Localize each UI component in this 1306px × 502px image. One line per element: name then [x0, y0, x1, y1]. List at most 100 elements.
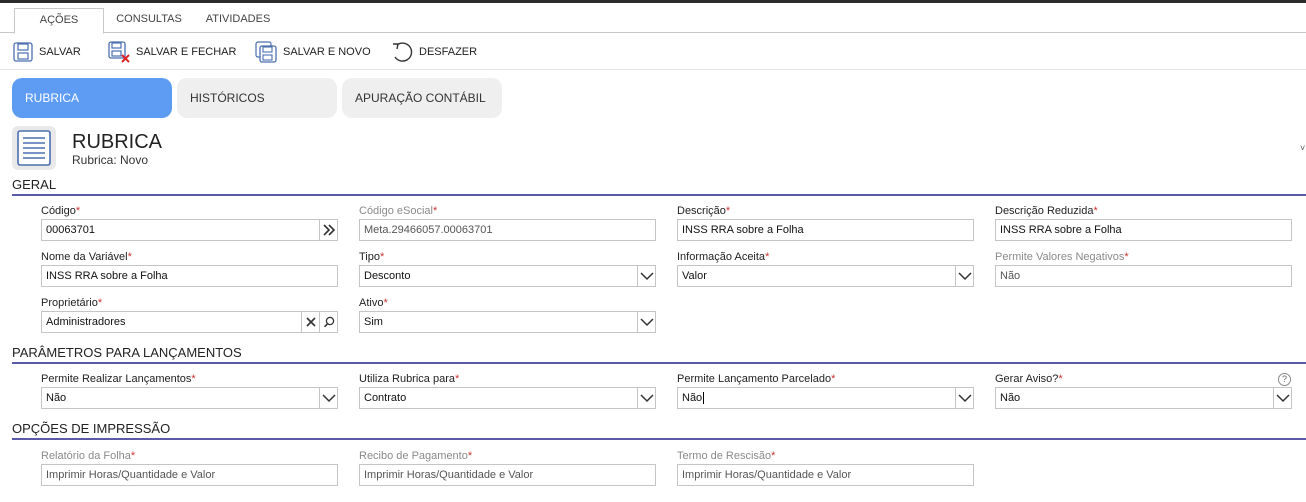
tab-consultas[interactable]: CONSULTAS: [108, 8, 190, 34]
descricao-reduzida-input[interactable]: INSS RRA sobre a Folha: [995, 219, 1292, 241]
lancamento-parcelado-label: Permite Lançamento Parcelado: [677, 373, 832, 385]
ativo-label: Ativo: [359, 297, 384, 309]
gerar-aviso-label: Gerar Aviso?: [995, 373, 1059, 385]
save-icon: [13, 42, 33, 62]
field-gerar-aviso: Gerar Aviso?* Não: [995, 372, 1292, 409]
required-mark: *: [765, 251, 770, 263]
field-tipo: Tipo* Desconto: [359, 250, 656, 287]
permite-negativos-value: Não: [1000, 270, 1021, 282]
field-permite-lancamentos: Permite Realizar Lançamentos* Não: [41, 372, 338, 409]
chevron-down-icon[interactable]: [637, 388, 655, 408]
permite-lancamentos-select[interactable]: Não: [41, 387, 338, 409]
nome-variavel-value: INSS RRA sobre a Folha: [46, 270, 168, 282]
required-mark: *: [380, 251, 385, 263]
tab-atividades[interactable]: ATIVIDADES: [196, 8, 280, 34]
save-button[interactable]: SALVAR: [12, 39, 81, 65]
subtab-historicos[interactable]: HISTÓRICOS: [177, 78, 337, 118]
required-mark: *: [454, 373, 460, 385]
codigo-esocial-label: Código eSocial: [359, 205, 433, 217]
nome-variavel-input[interactable]: INSS RRA sobre a Folha: [41, 265, 338, 287]
field-codigo: Código* 00063701: [41, 204, 338, 241]
required-mark: *: [831, 373, 836, 385]
save-new-button[interactable]: SALVAR E NOVO: [254, 39, 371, 65]
proprietario-label: Proprietário: [41, 297, 98, 309]
required-mark: *: [433, 205, 438, 217]
section-geral: GERAL: [12, 177, 1306, 196]
chevron-down-icon[interactable]: [319, 388, 337, 408]
required-mark: *: [1093, 205, 1098, 217]
chevron-down-icon[interactable]: [1273, 388, 1291, 408]
tab-acoes[interactable]: AÇÕES: [14, 8, 104, 34]
descricao-label: Descrição: [677, 205, 726, 217]
gerar-aviso-select[interactable]: Não: [995, 387, 1292, 409]
chevron-down-icon[interactable]: [637, 312, 655, 332]
chevron-down-icon[interactable]: [637, 266, 655, 286]
termo-rescisao-input: Imprimir Horas/Quantidade e Valor: [677, 464, 974, 486]
save-close-button[interactable]: SALVAR E FECHAR: [107, 39, 236, 65]
double-chevron-right-icon[interactable]: [319, 220, 337, 240]
field-termo-rescisao: Termo de Rescisão* Imprimir Horas/Quanti…: [677, 449, 974, 486]
lancamento-parcelado-select[interactable]: Não: [677, 387, 974, 409]
tipo-select[interactable]: Desconto: [359, 265, 656, 287]
subtab-apuracao-contabil[interactable]: APURAÇÃO CONTÁBIL: [342, 78, 502, 118]
informacao-aceita-label: Informação Aceita: [677, 251, 766, 263]
ativo-select[interactable]: Sim: [359, 311, 656, 333]
informacao-aceita-value: Valor: [682, 270, 707, 282]
clear-icon[interactable]: [301, 312, 319, 332]
descricao-input[interactable]: INSS RRA sobre a Folha: [677, 219, 974, 241]
field-proprietario: Proprietário* Administradores: [41, 296, 338, 333]
section-opcoes-impressao: OPÇÕES DE IMPRESSÃO: [12, 421, 1306, 440]
utiliza-rubrica-select[interactable]: Contrato: [359, 387, 656, 409]
subtab-rubrica[interactable]: RUBRICA: [12, 78, 172, 118]
field-descricao-reduzida: Descrição Reduzida* INSS RRA sobre a Fol…: [995, 204, 1292, 241]
gerar-aviso-value: Não: [1000, 392, 1021, 404]
record-title: RUBRICA: [72, 131, 163, 153]
action-toolbar: SALVAR SALVAR E FECHAR SALVAR E NOVO DES…: [0, 34, 1306, 70]
chevron-down-icon[interactable]: [955, 266, 973, 286]
descricao-value: INSS RRA sobre a Folha: [682, 224, 804, 236]
undo-button[interactable]: DESFAZER: [390, 39, 477, 65]
relatorio-folha-value: Imprimir Horas/Quantidade e Valor: [46, 469, 216, 481]
field-relatorio-folha: Relatório da Folha* Imprimir Horas/Quant…: [41, 449, 338, 486]
field-lancamento-parcelado: Permite Lançamento Parcelado* Não: [677, 372, 974, 409]
ativo-value: Sim: [364, 316, 383, 328]
codigo-value: 00063701: [46, 224, 95, 236]
recibo-pagamento-input: Imprimir Horas/Quantidade e Valor: [359, 464, 656, 486]
chevron-down-icon[interactable]: [955, 388, 973, 408]
field-informacao-aceita: Informação Aceita* Valor: [677, 250, 974, 287]
save-close-icon: [108, 41, 130, 63]
required-mark: *: [771, 450, 776, 462]
save-close-label: SALVAR E FECHAR: [136, 46, 237, 58]
recibo-pagamento-label: Recibo de Pagamento: [359, 450, 468, 462]
main-tab-bar: AÇÕES CONSULTAS ATIVIDADES: [0, 3, 1306, 34]
informacao-aceita-select[interactable]: Valor: [677, 265, 974, 287]
save-new-label: SALVAR E NOVO: [283, 46, 371, 58]
field-descricao: Descrição* INSS RRA sobre a Folha: [677, 204, 974, 241]
field-ativo: Ativo* Sim: [359, 296, 656, 333]
permite-lancamentos-value: Não: [46, 392, 67, 404]
descricao-reduzida-value: INSS RRA sobre a Folha: [1000, 224, 1122, 236]
field-permite-negativos: Permite Valores Negativos* Não: [995, 250, 1292, 287]
search-icon[interactable]: [319, 312, 337, 332]
codigo-esocial-value: Meta.29466057.00063701: [364, 224, 493, 236]
save-new-icon: [255, 41, 277, 63]
lancamento-parcelado-value: Não: [682, 392, 703, 404]
proprietario-input[interactable]: Administradores: [41, 311, 338, 333]
required-mark: *: [1124, 251, 1129, 263]
help-icon[interactable]: ?: [1278, 373, 1291, 386]
codigo-input[interactable]: 00063701: [41, 219, 338, 241]
save-label: SALVAR: [39, 46, 81, 58]
recibo-pagamento-value: Imprimir Horas/Quantidade e Valor: [364, 469, 534, 481]
relatorio-folha-label: Relatório da Folha: [41, 450, 131, 462]
descricao-reduzida-label: Descrição Reduzida: [995, 205, 1094, 217]
codigo-esocial-input: Meta.29466057.00063701: [359, 219, 656, 241]
required-mark: *: [1058, 373, 1063, 385]
document-icon: [12, 126, 56, 170]
codigo-label: Código: [41, 205, 76, 217]
relatorio-folha-input: Imprimir Horas/Quantidade e Valor: [41, 464, 338, 486]
field-recibo-pagamento: Recibo de Pagamento* Imprimir Horas/Quan…: [359, 449, 656, 486]
field-nome-variavel: Nome da Variável* INSS RRA sobre a Folha: [41, 250, 338, 287]
permite-lancamentos-label: Permite Realizar Lançamentos: [41, 373, 192, 385]
undo-label: DESFAZER: [419, 46, 478, 58]
chevron-down-icon[interactable]: ˅: [1300, 143, 1305, 153]
